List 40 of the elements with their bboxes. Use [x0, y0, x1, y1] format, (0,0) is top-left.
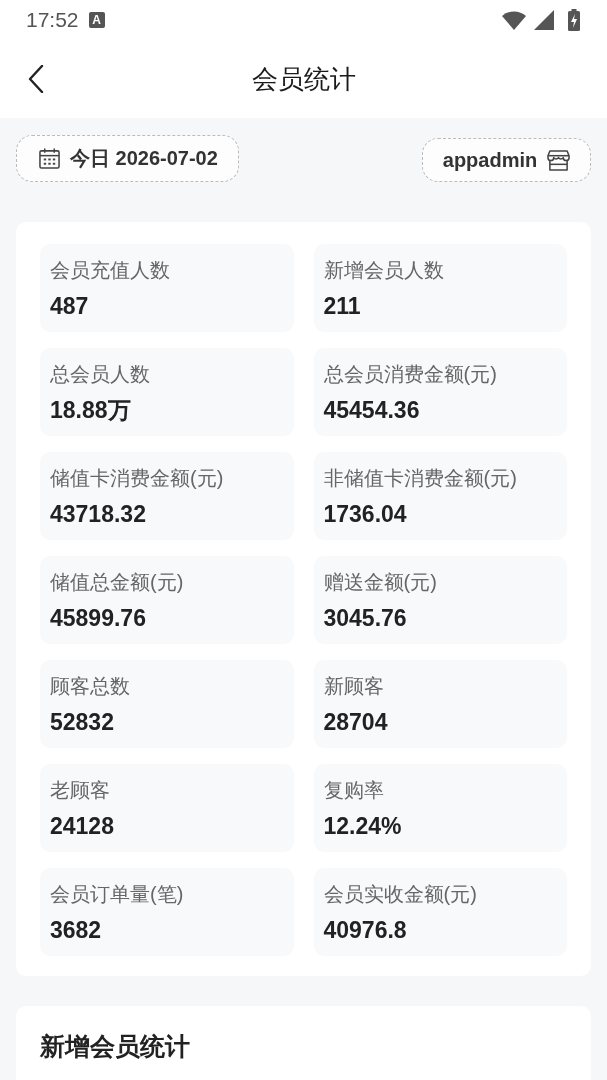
stat-value: 211	[323, 292, 362, 321]
stat-value: 24128	[50, 812, 115, 841]
stat-value: 1736.04	[323, 500, 408, 529]
stat-label: 会员充值人数	[50, 258, 171, 283]
stat-value: 3045.76	[323, 604, 408, 633]
stat-value: 12.24%	[323, 812, 403, 841]
stat-label: 非储值卡消费金额(元)	[323, 466, 518, 491]
stat-label: 总会员人数	[50, 362, 151, 387]
stat-label: 会员实收金额(元)	[323, 882, 478, 907]
stat-value: 3682	[50, 916, 103, 945]
stat-label: 复购率	[323, 778, 385, 803]
date-filter-button[interactable]: 今日 2026-07-02	[16, 135, 239, 182]
store-icon	[547, 148, 571, 172]
stat-value: 40976.8	[323, 916, 408, 945]
stat-label: 老顾客	[50, 778, 111, 803]
section-title: 新增会员统计	[40, 1031, 191, 1062]
stat-value: 18.88万	[50, 396, 132, 425]
stat-label: 赠送金额(元)	[323, 570, 438, 595]
stat-label: 新顾客	[323, 674, 385, 699]
status-notification: A	[88, 12, 105, 28]
stat-value: 28704	[323, 708, 389, 737]
battery-charging-icon	[568, 9, 580, 31]
stat-value: 45454.36	[323, 396, 421, 425]
stat-value: 45899.76	[50, 604, 147, 633]
wifi-icon	[502, 10, 526, 30]
stat-label: 总会员消费金额(元)	[323, 362, 498, 387]
signal-icon	[534, 10, 554, 30]
stat-label: 储值卡消费金额(元)	[50, 466, 225, 491]
stat-label: 新增会员人数	[323, 258, 445, 283]
stat-label: 会员订单量(笔)	[50, 882, 185, 907]
stat-value: 43718.32	[50, 500, 147, 529]
stat-value: 52832	[50, 708, 115, 737]
page-title: 会员统计	[251, 62, 356, 96]
store-filter-button[interactable]: appadmin	[422, 138, 591, 182]
stat-label: 顾客总数	[50, 674, 131, 699]
stat-label: 储值总金额(元)	[50, 570, 185, 595]
status-time: 17:52	[26, 8, 79, 32]
back-icon[interactable]	[28, 65, 44, 93]
stat-value: 487	[50, 292, 90, 321]
calendar-icon	[39, 148, 60, 169]
